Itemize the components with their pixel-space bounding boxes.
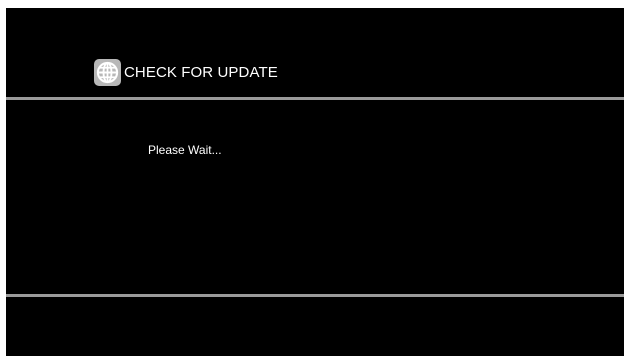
page-title: CHECK FOR UPDATE — [124, 63, 278, 81]
status-message: Please Wait... — [148, 143, 222, 157]
header: CHECK FOR UPDATE — [6, 8, 624, 97]
title-row: CHECK FOR UPDATE — [94, 58, 278, 86]
bottom-divider — [6, 294, 624, 297]
update-screen: CHECK FOR UPDATE Please Wait... — [6, 8, 624, 356]
globe-icon — [94, 58, 121, 86]
top-divider — [6, 97, 624, 100]
